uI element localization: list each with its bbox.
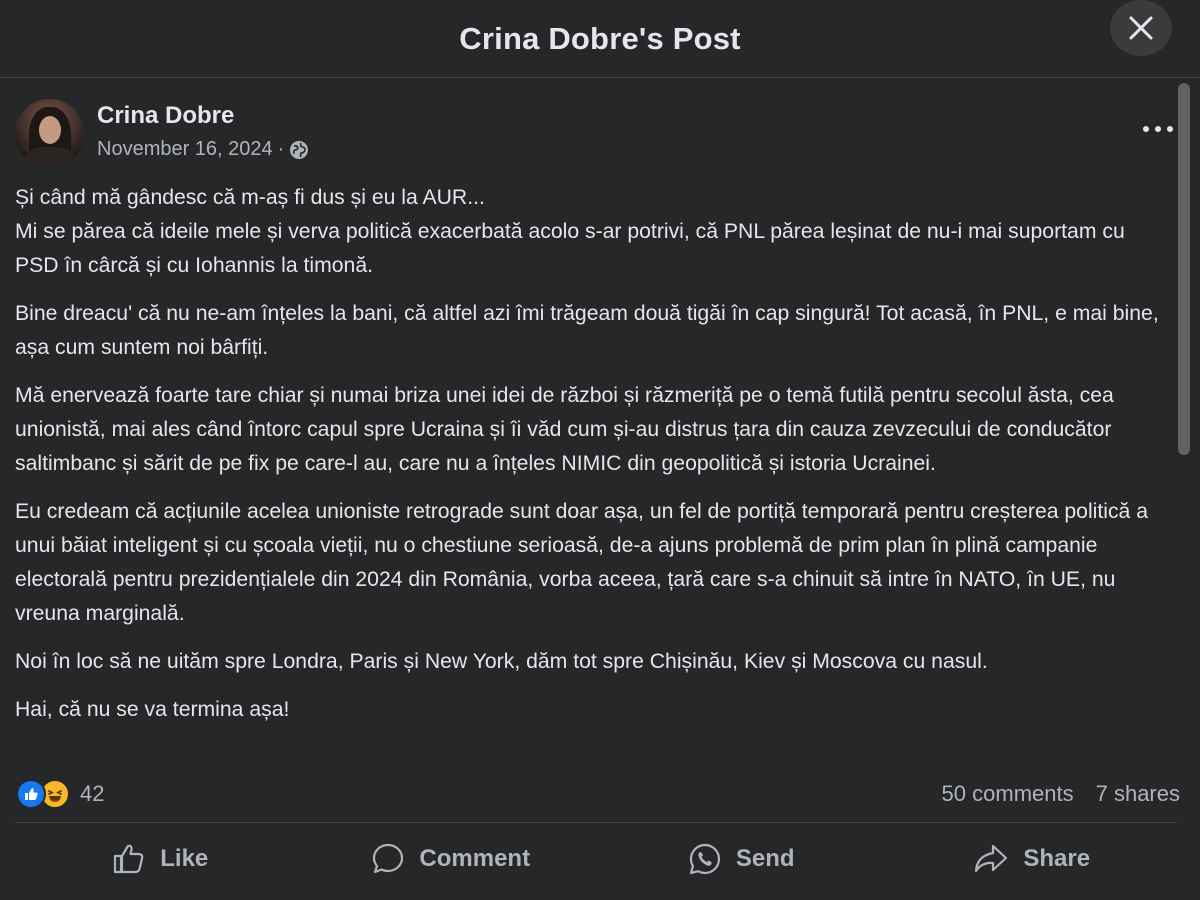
dialog-header: Crina Dobre's Post xyxy=(0,0,1200,78)
like-button[interactable]: Like xyxy=(15,831,306,887)
send-label: Send xyxy=(735,845,795,872)
post-line: Mi se părea că ideile mele și verva poli… xyxy=(15,220,1125,277)
author-block: Crina Dobre November 16, 2024 · xyxy=(97,99,309,168)
whatsapp-icon xyxy=(689,843,721,875)
like-label: Like xyxy=(160,845,209,872)
comment-label: Comment xyxy=(419,845,531,872)
reactions-summary[interactable]: 42 xyxy=(16,779,104,809)
meta-separator: · xyxy=(277,138,285,160)
like-reaction-icon xyxy=(16,779,46,809)
comment-icon xyxy=(373,843,404,874)
divider xyxy=(15,822,1177,823)
post-area[interactable]: Crina Dobre November 16, 2024 · Și când … xyxy=(0,79,1200,900)
close-button[interactable] xyxy=(1110,0,1172,56)
more-icon xyxy=(1143,126,1173,132)
engagement-stats: 50 comments 7 shares xyxy=(920,781,1180,807)
globe-icon[interactable] xyxy=(289,140,309,160)
post-paragraph: Și când mă gândesc că m-aș fi dus și eu … xyxy=(15,181,1165,283)
thumbs-up-icon xyxy=(114,844,144,874)
reactions-bar: 42 50 comments 7 shares xyxy=(16,776,1180,812)
post-paragraph: Noi în loc să ne uităm spre Londra, Pari… xyxy=(15,650,988,673)
post-paragraph: Hai, că nu se va termina așa! xyxy=(15,698,290,721)
dialog-title: Crina Dobre's Post xyxy=(459,20,741,56)
post-meta: November 16, 2024 · xyxy=(97,138,309,161)
post-paragraph: Mă enervează foarte tare chiar și numai … xyxy=(15,384,1114,475)
scrollbar[interactable] xyxy=(1178,83,1190,455)
post-body: Și când mă gândesc că m-aș fi dus și eu … xyxy=(15,181,1165,741)
post-date[interactable]: November 16, 2024 xyxy=(97,138,273,161)
send-button[interactable]: Send xyxy=(596,831,887,887)
post-paragraph: Bine dreacu' că nu ne-am înțeles la bani… xyxy=(15,302,1159,359)
share-label: Share xyxy=(1023,845,1091,872)
author-name[interactable]: Crina Dobre xyxy=(97,102,309,130)
more-options-button[interactable] xyxy=(1140,117,1176,141)
post-header: Crina Dobre November 16, 2024 · xyxy=(15,99,309,168)
shares-count[interactable]: 7 shares xyxy=(1096,781,1180,807)
share-button[interactable]: Share xyxy=(887,831,1178,887)
comment-button[interactable]: Comment xyxy=(306,831,597,887)
post-line: Și când mă gândesc că m-aș fi dus și eu … xyxy=(15,186,485,209)
comments-count[interactable]: 50 comments xyxy=(942,781,1074,807)
actions-bar: Like Comment Send Share xyxy=(15,831,1177,887)
post-paragraph: Eu credeam că acțiunile acelea unioniste… xyxy=(15,500,1149,625)
share-icon xyxy=(975,844,1008,873)
close-icon xyxy=(1129,16,1153,40)
reaction-count: 42 xyxy=(80,781,105,806)
avatar[interactable] xyxy=(15,99,84,168)
